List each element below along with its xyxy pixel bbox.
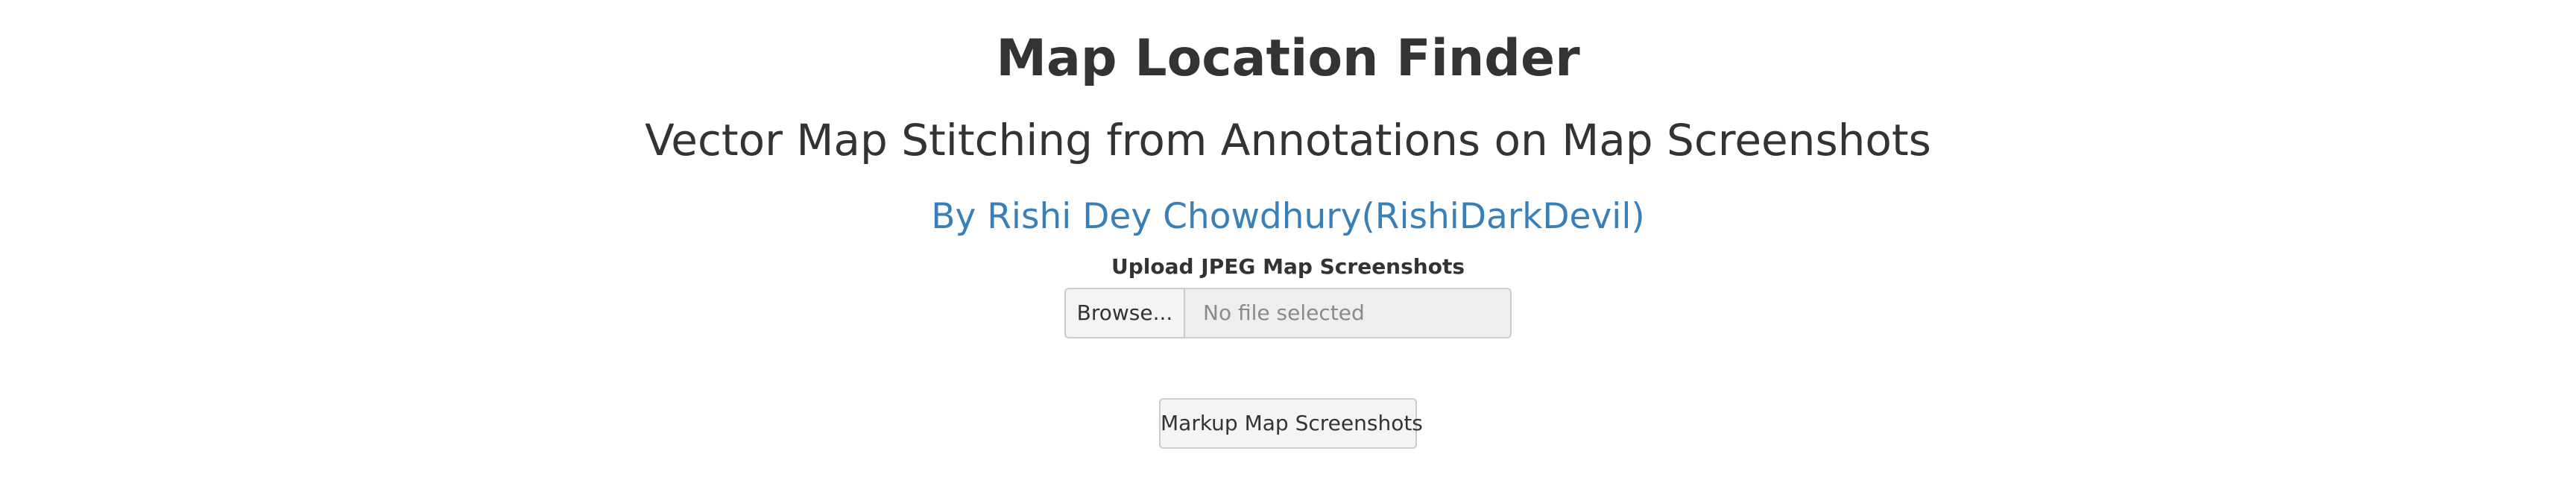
markup-map-screenshots-button[interactable]: Markup Map Screenshots <box>1159 398 1423 449</box>
file-name-display: No file selected <box>1184 288 1512 338</box>
file-upload-input[interactable]: Browse... No file selected <box>1064 288 1512 338</box>
author-link[interactable]: By Rishi Dey Chowdhury(RishiDarkDevil) <box>0 191 2576 243</box>
page-title: Map Location Finder <box>996 29 1580 88</box>
app-page: Map Location Finder Vector Map Stitching… <box>0 0 2576 498</box>
upload-label: Upload JPEG Map Screenshots <box>1111 254 1465 279</box>
browse-button[interactable]: Browse... <box>1064 288 1184 338</box>
page-subtitle: Vector Map Stitching from Annotations on… <box>645 115 1931 166</box>
